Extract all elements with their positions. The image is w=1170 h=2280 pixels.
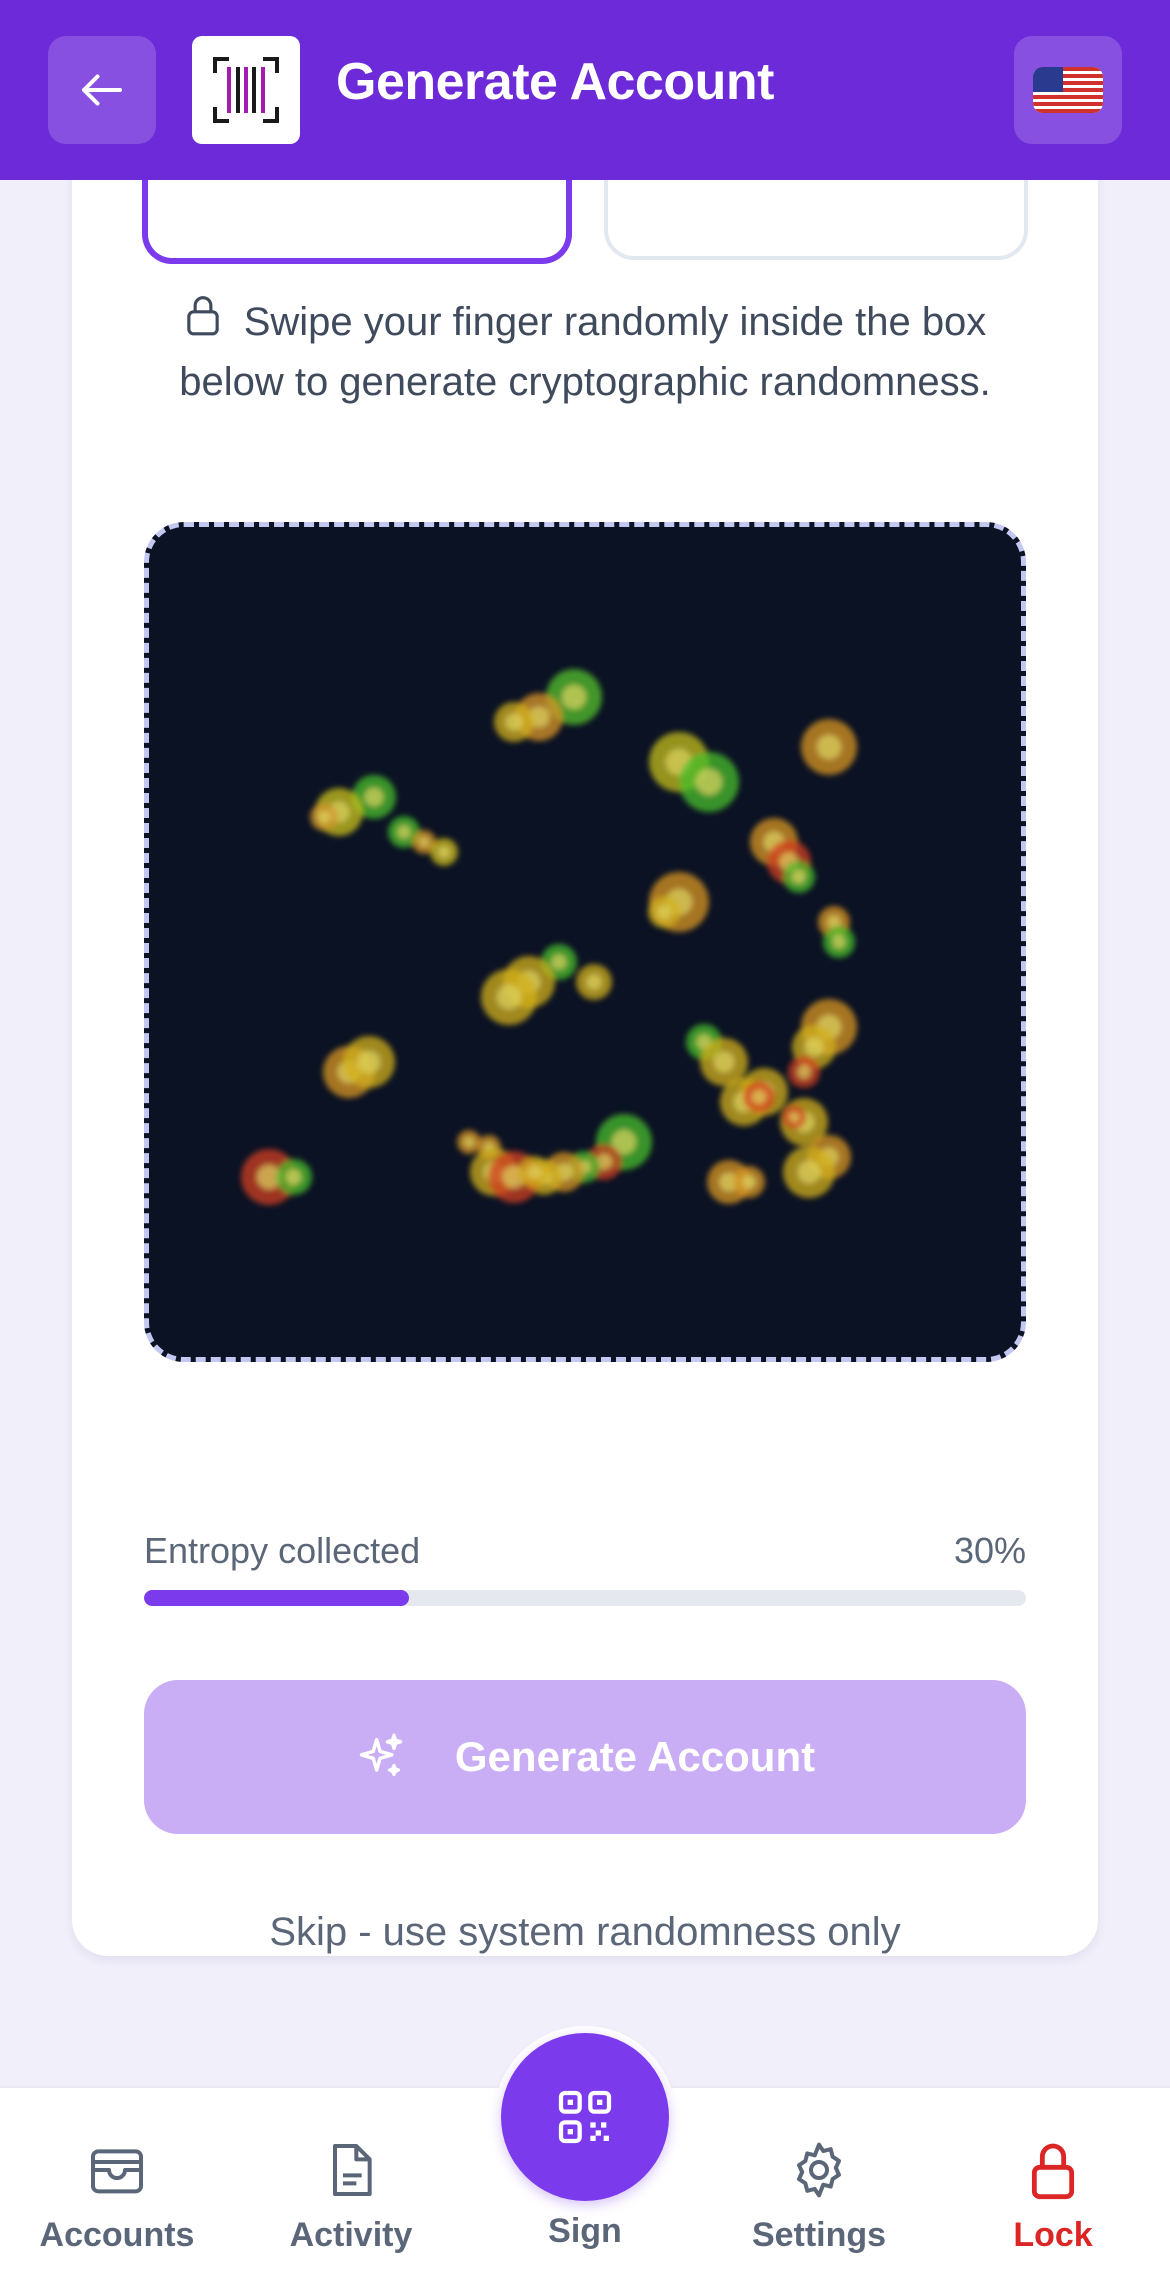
sign-button[interactable] [494,2026,676,2208]
entropy-dots [241,669,857,1205]
entropy-dot-core [831,934,847,950]
generate-account-label: Generate Account [454,1733,816,1780]
entropy-dot-core [317,810,331,824]
skip-link[interactable]: Skip - use system randomness only [72,1910,1098,1955]
sparkles-icon [359,1733,403,1777]
document-icon [333,2144,372,2196]
entropy-dot-core [585,973,603,991]
nav-item-activity[interactable]: Activity [234,2088,468,2280]
entropy-dot-core [396,824,412,840]
entropy-dot-core [796,1064,812,1080]
generate-account-button[interactable]: Generate Account [144,1680,1026,1834]
barcode-logo-icon [213,57,279,123]
entropy-swipe-area[interactable] [144,522,1026,1362]
entropy-percent: 30% [953,1530,1026,1571]
entropy-dot-core [357,1050,381,1074]
entropy-dot-core [797,1160,821,1184]
entropy-dot-core [656,904,672,920]
nav-item-lock[interactable]: Lock [936,2088,1170,2280]
entropy-dot-core [791,869,807,885]
lock-icon [186,296,219,336]
nav-item-settings[interactable]: Settings [702,2088,936,2280]
entropy-dot-core [437,845,451,859]
nav-label-sign: Sign [548,2212,622,2250]
arrow-left-icon [81,74,123,106]
entropy-dot-core [285,1168,303,1186]
entropy-progress-fill [144,1590,409,1606]
wallet-icon [91,2149,143,2194]
entropy-dot-core [505,713,523,731]
nav-label-activity: Activity [289,2216,413,2254]
entropy-dot-core [418,836,430,848]
entropy-dot-core [561,684,587,710]
nav-label-accounts: Accounts [39,2216,195,2254]
entropy-dot-core [364,787,384,807]
app-header: Generate Account [0,0,1170,180]
generate-card: Swipe your finger randomly inside the bo… [72,120,1098,1956]
entropy-dot-core [713,1051,735,1073]
nav-label-settings: Settings [751,2216,887,2254]
page-title: Generate Account [336,53,774,111]
nav-item-accounts[interactable]: Accounts [0,2088,234,2280]
gear-icon [797,2142,841,2198]
entropy-progress-bar [144,1590,1026,1606]
language-button[interactable] [1014,36,1122,144]
entropy-label: Entropy collected [144,1530,421,1571]
entropy-dot-core [550,953,568,971]
app-logo [192,36,300,144]
qr-code-icon [558,2090,612,2144]
entropy-dot-core [816,734,842,760]
entropy-dot-core [695,768,723,796]
nav-label-lock: Lock [1013,2216,1093,2254]
entropy-dot-core [788,1111,800,1123]
entropy-dot-core [496,984,522,1010]
lock-icon [1031,2143,1075,2200]
entropy-dot-core [526,1164,542,1180]
instructions-text: Swipe your finger randomly inside the bo… [162,292,1008,412]
back-button[interactable] [48,36,156,144]
entropy-dot-core [741,1174,757,1190]
sign-button-circle [501,2033,669,2201]
entropy-dot-core [804,1037,824,1057]
us-flag-icon [1033,67,1103,113]
entropy-dot-core [751,1089,767,1105]
entropy-dot-core [463,1136,475,1148]
instructions-label: Swipe your finger randomly inside the bo… [179,300,991,404]
